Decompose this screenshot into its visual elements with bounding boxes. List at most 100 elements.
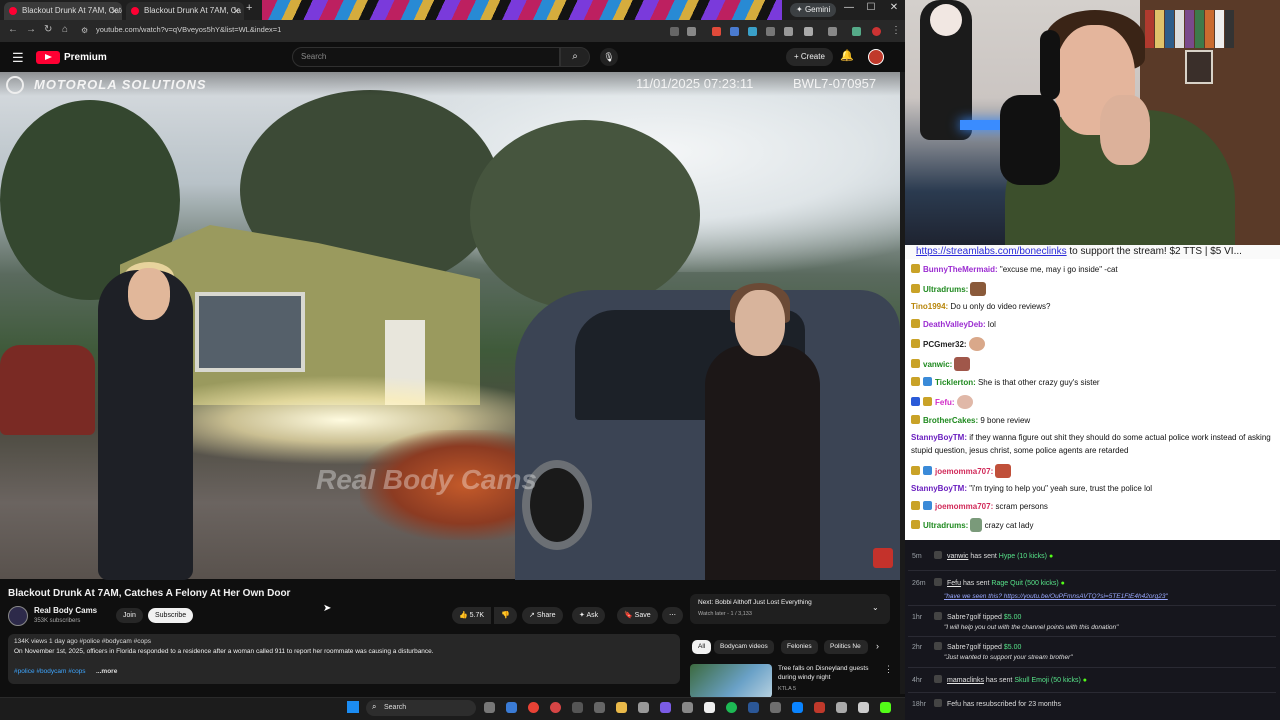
extensions-puzzle-icon[interactable] — [804, 27, 813, 36]
taskbar-app-icon[interactable] — [660, 702, 671, 713]
close-tab-icon[interactable]: ✕ — [232, 2, 240, 20]
dislike-icon[interactable]: 👎 — [494, 607, 517, 624]
taskbar-app-icon[interactable] — [682, 702, 693, 713]
extension-icon[interactable] — [712, 27, 721, 36]
channel-avatar[interactable] — [8, 606, 28, 626]
browser-tab[interactable]: Blackout Drunk At 7AM, Ca ✕ — [126, 2, 244, 20]
youtube-logo-icon[interactable] — [36, 51, 60, 64]
event-message[interactable]: "have we seen this? https://youtu.be/OuP… — [944, 593, 1168, 600]
chat-username[interactable]: DeathValleyDeb: — [923, 320, 986, 329]
chip-all[interactable]: All — [692, 640, 712, 654]
chrome-icon[interactable] — [528, 702, 539, 713]
home-icon[interactable]: ⌂ — [62, 24, 68, 35]
microphone-icon[interactable]: 🎙 — [600, 48, 618, 66]
chat-username[interactable]: joemomma707: — [935, 467, 993, 476]
gemini-button[interactable]: ✦ Gemini — [790, 3, 837, 17]
taskbar-search[interactable]: Search — [366, 700, 476, 716]
profile-avatar-icon[interactable] — [872, 27, 881, 36]
join-button[interactable]: Join — [116, 608, 143, 623]
chat-username[interactable]: Tino1994: — [911, 302, 948, 311]
share-button[interactable]: ↗ Share — [522, 607, 563, 624]
banner-link[interactable]: https://streamlabs.com/boneclinks — [916, 246, 1067, 257]
extension-icon[interactable] — [784, 27, 793, 36]
related-video-thumbnail[interactable] — [690, 664, 772, 698]
show-more-link[interactable]: ...more — [96, 668, 117, 675]
forward-icon[interactable]: → — [26, 24, 36, 35]
extension-icon[interactable] — [748, 27, 757, 36]
taskbar-app-icon[interactable] — [550, 702, 561, 713]
maximize-icon[interactable]: ☐ — [860, 2, 882, 13]
profile-icon[interactable] — [852, 27, 861, 36]
channel-branding-icon[interactable] — [873, 548, 893, 568]
windows-start-icon[interactable] — [347, 701, 359, 713]
spotify-icon[interactable] — [726, 702, 737, 713]
close-window-icon[interactable]: ✕ — [883, 2, 905, 13]
event-user[interactable]: Sabre7golf — [947, 644, 981, 651]
chat-username[interactable]: BunnyTheMermaid: — [923, 265, 998, 274]
chip-bodycam-videos[interactable]: Bodycam videos — [714, 640, 774, 654]
subscribe-button[interactable]: Subscribe — [148, 608, 194, 623]
taskbar-app-icon[interactable] — [572, 702, 583, 713]
browser-menu-icon[interactable]: ⋮ — [891, 25, 901, 36]
taskbar-app-icon[interactable] — [506, 702, 517, 713]
taskbar-app-icon[interactable] — [814, 702, 825, 713]
site-info-icon[interactable]: ⚙ — [81, 26, 88, 35]
menu-icon[interactable]: ☰ — [12, 50, 24, 66]
chat-username[interactable]: Fefu: — [935, 398, 955, 407]
chat-username[interactable]: Ultradrums: — [923, 521, 968, 530]
chat-username[interactable]: StannyBoyTM: — [911, 484, 967, 493]
taskbar-app-icon[interactable] — [792, 702, 803, 713]
chevron-right-icon[interactable]: › — [876, 641, 879, 651]
ask-button[interactable]: ✦ Ask — [572, 607, 606, 624]
save-button[interactable]: 🔖 Save — [617, 607, 658, 624]
like-button[interactable]: 👍 5.7K — [452, 607, 492, 624]
chevron-down-icon[interactable]: ⌄ — [872, 603, 879, 612]
description-hashtags[interactable]: #police #bodycam #cops — [14, 668, 86, 675]
chip-politics-news[interactable]: Politics Ne — [824, 640, 868, 654]
taskbar-app-icon[interactable] — [638, 702, 649, 713]
chat-username[interactable]: BrotherCakes: — [923, 416, 978, 425]
browser-tab-active[interactable]: Blackout Drunk At 7AM, Catch ✕ — [4, 2, 122, 20]
extension-icon[interactable] — [766, 27, 775, 36]
taskbar-app-icon[interactable] — [858, 702, 869, 713]
account-avatar[interactable] — [868, 49, 884, 65]
event-user[interactable]: Fefu — [947, 701, 961, 708]
taskbar-app-icon[interactable] — [704, 702, 715, 713]
reload-icon[interactable]: ↻ — [44, 24, 52, 35]
taskbar-app-icon[interactable] — [748, 702, 759, 713]
new-tab-icon[interactable]: + — [246, 2, 252, 14]
cast-icon[interactable] — [670, 27, 679, 36]
chat-username[interactable]: PCGmer32: — [923, 340, 967, 349]
channel-name[interactable]: Real Body Cams — [34, 606, 97, 615]
kick-icon[interactable] — [880, 702, 891, 713]
chat-username[interactable]: Ultradrums: — [923, 285, 968, 294]
chip-felonies[interactable]: Felonies — [781, 640, 818, 654]
url-field[interactable]: youtube.com/watch?v=qVBveyos5hY&list=WL&… — [96, 25, 281, 34]
sidebar-icon[interactable] — [828, 27, 837, 36]
event-user[interactable]: vanwic — [947, 553, 968, 560]
taskbar-app-icon[interactable] — [836, 702, 847, 713]
event-user[interactable]: Fefu — [947, 580, 961, 587]
chat-username[interactable]: joemomma707: — [935, 502, 993, 511]
related-video-title[interactable]: Tree falls on Disneyland guests during w… — [778, 664, 878, 682]
event-user[interactable]: mamaclinks — [947, 677, 984, 684]
task-view-icon[interactable] — [484, 702, 495, 713]
search-icon[interactable]: ⌕ — [560, 47, 590, 67]
bookmark-star-icon[interactable] — [687, 27, 696, 36]
taskbar-app-icon[interactable] — [594, 702, 605, 713]
more-actions-icon[interactable]: ⋯ — [662, 607, 683, 624]
notifications-bell-icon[interactable]: 🔔 — [840, 49, 854, 62]
related-video-channel[interactable]: KTLA 5 — [778, 686, 796, 692]
extension-icon[interactable] — [730, 27, 739, 36]
back-icon[interactable]: ← — [8, 24, 18, 35]
chat-username[interactable]: Ticklerton: — [935, 378, 976, 387]
minimize-icon[interactable]: — — [838, 2, 860, 13]
create-button[interactable]: + Create — [786, 48, 833, 66]
chat-username[interactable]: vanwic: — [923, 360, 952, 369]
close-tab-icon[interactable]: ✕ — [110, 2, 118, 20]
event-user[interactable]: Sabre7golf — [947, 614, 981, 621]
taskbar-app-icon[interactable] — [770, 702, 781, 713]
chat-username[interactable]: StannyBoyTM: — [911, 433, 967, 442]
search-input[interactable]: Search — [292, 47, 560, 67]
file-explorer-icon[interactable] — [616, 702, 627, 713]
